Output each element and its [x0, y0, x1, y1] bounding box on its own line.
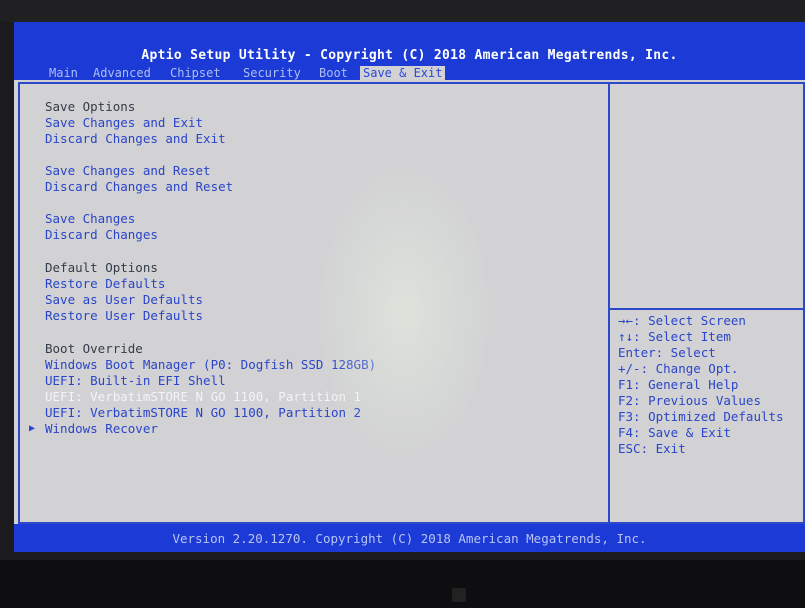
tab-security[interactable]: Security — [240, 66, 304, 80]
help-previous-values: F2: Previous Values — [618, 393, 761, 408]
restore-user-defaults-item[interactable]: Restore User Defaults — [45, 309, 203, 323]
setup-title: Aptio Setup Utility - Copyright (C) 2018… — [141, 48, 678, 63]
save-options-heading: Save Options — [45, 99, 136, 114]
save-changes-item[interactable]: Save Changes — [45, 212, 135, 226]
help-general-help: F1: General Help — [618, 377, 739, 392]
help-optimized-defaults: F3: Optimized Defaults — [618, 409, 784, 424]
default-options-heading: Default Options — [45, 260, 158, 275]
monitor-bezel-top — [0, 0, 805, 22]
discard-changes-item[interactable]: Discard Changes — [45, 228, 158, 242]
save-as-user-defaults-item[interactable]: Save as User Defaults — [45, 293, 203, 307]
help-select-item: ↑↓: Select Item — [618, 329, 731, 344]
monitor-bezel-bottom — [0, 560, 805, 608]
help-panel: →←: Select Screen ↑↓: Select Item Enter:… — [610, 82, 805, 524]
save-changes-and-exit-item[interactable]: Save Changes and Exit — [45, 116, 203, 130]
tab-advanced[interactable]: Advanced — [90, 66, 154, 80]
discard-changes-and-exit-item[interactable]: Discard Changes and Exit — [45, 132, 226, 146]
tab-boot[interactable]: Boot — [316, 66, 351, 80]
help-change-opt: +/-: Change Opt. — [618, 361, 739, 376]
tab-save-exit[interactable]: Save & Exit — [360, 66, 446, 80]
footer-bar: Version 2.20.1270. Copyright (C) 2018 Am… — [14, 524, 805, 552]
windows-logo-icon — [452, 588, 466, 602]
header-bar: Aptio Setup Utility - Copyright (C) 2018… — [14, 22, 805, 80]
windows-recover-submenu[interactable]: Windows Recover — [45, 422, 158, 436]
save-changes-and-reset-item[interactable]: Save Changes and Reset — [45, 164, 211, 178]
triangle-right-icon: ▶ — [29, 423, 36, 434]
boot-override-windows-boot-manager[interactable]: Windows Boot Manager (P0: Dogfish SSD 12… — [45, 358, 376, 372]
tab-main[interactable]: Main — [46, 66, 81, 80]
boot-override-efi-shell[interactable]: UEFI: Built-in EFI Shell — [45, 374, 226, 388]
help-select-screen: →←: Select Screen — [618, 313, 746, 328]
discard-changes-and-reset-item[interactable]: Discard Changes and Reset — [45, 180, 233, 194]
version-text: Version 2.20.1270. Copyright (C) 2018 Am… — [172, 531, 647, 546]
boot-override-verbatim-partition-2[interactable]: UEFI: VerbatimSTORE N GO 1100, Partition… — [45, 406, 361, 420]
help-esc-exit: ESC: Exit — [618, 441, 686, 456]
help-divider — [610, 308, 805, 310]
restore-defaults-item[interactable]: Restore Defaults — [45, 277, 165, 291]
bios-screen: Aptio Setup Utility - Copyright (C) 2018… — [14, 22, 805, 552]
help-enter-select: Enter: Select — [618, 345, 716, 360]
boot-override-heading: Boot Override — [45, 341, 143, 356]
boot-override-verbatim-partition-1[interactable]: UEFI: VerbatimSTORE N GO 1100, Partition… — [45, 390, 361, 404]
options-panel: Save Options Save Changes and Exit Disca… — [18, 82, 610, 524]
help-save-exit: F4: Save & Exit — [618, 425, 731, 440]
tab-chipset[interactable]: Chipset — [167, 66, 224, 80]
